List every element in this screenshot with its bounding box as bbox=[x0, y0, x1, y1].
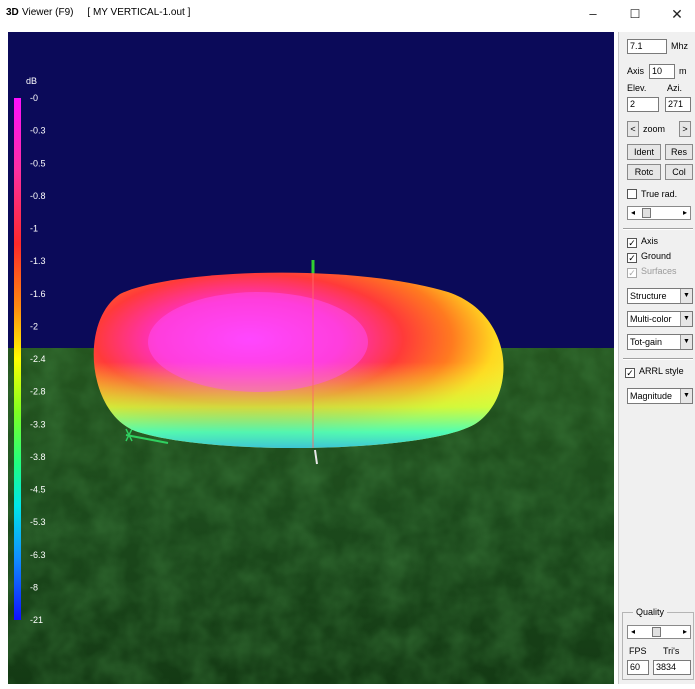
maximize-button[interactable]: ☐ bbox=[620, 4, 650, 24]
scale-tick-label: -2.8 bbox=[30, 387, 46, 397]
color-button[interactable]: Col bbox=[665, 164, 693, 180]
fps-label: FPS bbox=[629, 646, 647, 656]
reset-button[interactable]: Res bbox=[665, 144, 693, 160]
axis-length-input[interactable]: 10 bbox=[649, 64, 675, 79]
chevron-down-icon[interactable]: ▼ bbox=[680, 389, 692, 403]
axis-length-label: Axis bbox=[627, 66, 645, 76]
slider-right-icon[interactable]: ▸ bbox=[680, 626, 690, 638]
zoom-label: zoom bbox=[643, 124, 666, 134]
panel-separator bbox=[623, 228, 693, 230]
arrl-check-icon[interactable]: ✓ bbox=[625, 368, 635, 378]
ground-checkbox[interactable]: ✓ Ground bbox=[627, 250, 671, 263]
surfaces-checkbox: ✓ Surfaces bbox=[627, 266, 677, 278]
scale-tick-label: -3.8 bbox=[30, 452, 46, 462]
scale-tick-label: -2.4 bbox=[30, 354, 46, 364]
scale-tick-label: -5.3 bbox=[30, 517, 46, 527]
zoom-out-button[interactable]: < bbox=[627, 121, 639, 137]
azimuth-label: Azi. bbox=[667, 83, 683, 93]
slider-right-icon[interactable]: ▸ bbox=[680, 207, 690, 219]
structure-dropdown[interactable]: Structure ▼ bbox=[627, 288, 693, 304]
gain-dropdown[interactable]: Tot-gain ▼ bbox=[627, 334, 693, 350]
tris-label: Tri's bbox=[663, 646, 680, 656]
surfaces-check-icon: ✓ bbox=[627, 268, 637, 278]
true-rad-box[interactable] bbox=[627, 189, 637, 199]
panel-separator bbox=[623, 358, 693, 360]
scale-tick-label: -2 bbox=[30, 321, 38, 331]
minimize-button[interactable]: – bbox=[578, 4, 608, 24]
scale-tick-label: -0.8 bbox=[30, 191, 46, 201]
slider-left-icon[interactable]: ◂ bbox=[628, 626, 638, 638]
elevation-label: Elev. bbox=[627, 83, 647, 93]
3d-scene[interactable]: dB -0 -0.3 -0.5 -0.8 -1 -1.3 -1.6 -2 -2.4 -2.8 -3.… bbox=[8, 32, 614, 684]
quality-slider[interactable]: ◂ ▸ bbox=[627, 625, 691, 639]
slider-thumb[interactable] bbox=[642, 208, 651, 218]
zoom-in-button[interactable]: > bbox=[679, 121, 691, 137]
axis-check-icon[interactable]: ✓ bbox=[627, 238, 637, 248]
frequency-unit: Mhz bbox=[671, 41, 689, 51]
true-rad-checkbox[interactable]: True rad. bbox=[627, 188, 677, 200]
scale-unit: dB bbox=[26, 76, 37, 86]
magnitude-dropdown[interactable]: Magnitude ▼ bbox=[627, 388, 693, 404]
fps-value: 60 bbox=[627, 660, 649, 675]
color-scale-bar bbox=[14, 98, 21, 620]
app-icon: 3D bbox=[6, 7, 19, 18]
rad-slider[interactable]: ◂ ▸ bbox=[627, 206, 691, 220]
close-button[interactable]: ✕ bbox=[662, 4, 692, 24]
ident-button[interactable]: Ident bbox=[627, 144, 661, 160]
scale-tick-label: -0.5 bbox=[30, 158, 46, 168]
scale-tick-label: -21 bbox=[30, 615, 43, 625]
scale-tick-label: -0 bbox=[30, 93, 38, 103]
scale-tick-label: -0.3 bbox=[30, 126, 46, 136]
3d-viewport[interactable]: dB -0 -0.3 -0.5 -0.8 -1 -1.3 -1.6 -2 -2.4 -2.8 -3.… bbox=[8, 32, 614, 684]
chevron-down-icon[interactable]: ▼ bbox=[680, 335, 692, 349]
scale-tick-label: -1.3 bbox=[30, 256, 46, 266]
frequency-input[interactable]: 7.1 bbox=[627, 39, 667, 54]
control-panel: 7.1 Mhz Axis 10 m Elev. Azi. 2 271 < zoo… bbox=[618, 32, 695, 684]
azimuth-input[interactable]: 271 bbox=[665, 97, 691, 112]
chevron-down-icon[interactable]: ▼ bbox=[680, 289, 692, 303]
axis-checkbox[interactable]: ✓ Axis bbox=[627, 235, 658, 248]
slider-thumb[interactable] bbox=[652, 627, 661, 637]
scale-tick-label: -8 bbox=[30, 582, 38, 592]
chevron-down-icon[interactable]: ▼ bbox=[680, 312, 692, 326]
scale-tick-label: -4.5 bbox=[30, 485, 46, 495]
title-bar: 3D Viewer (F9) [ MY VERTICAL-1.out ] – ☐… bbox=[0, 0, 695, 28]
tris-value: 3834 bbox=[653, 660, 691, 675]
window-title: Viewer (F9) [ MY VERTICAL-1.out ] bbox=[22, 7, 191, 18]
slider-left-icon[interactable]: ◂ bbox=[628, 207, 638, 219]
scale-tick-label: -1 bbox=[30, 224, 38, 234]
scale-tick-label: -1.6 bbox=[30, 289, 46, 299]
rotate-button[interactable]: Rotc bbox=[627, 164, 661, 180]
scale-tick-label: -3.3 bbox=[30, 419, 46, 429]
ground-check-icon[interactable]: ✓ bbox=[627, 253, 637, 263]
arrl-style-checkbox[interactable]: ✓ ARRL style bbox=[625, 365, 684, 378]
quality-label: Quality bbox=[633, 607, 668, 618]
color-mode-dropdown[interactable]: Multi-color ▼ bbox=[627, 311, 693, 327]
axis-length-unit: m bbox=[679, 66, 687, 76]
scale-tick-label: -6.3 bbox=[30, 550, 46, 560]
elevation-input[interactable]: 2 bbox=[627, 97, 659, 112]
